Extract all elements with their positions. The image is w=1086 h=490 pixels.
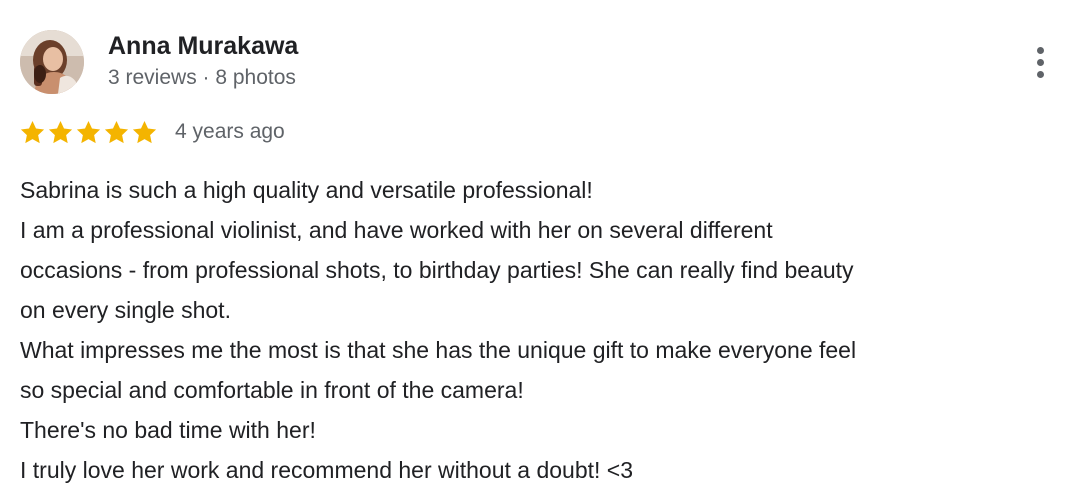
star-icon: [20, 120, 45, 143]
more-vert-icon: [1036, 46, 1044, 54]
star-icon: [76, 120, 101, 143]
avatar-photo-icon: [20, 30, 84, 94]
review-text-line: I truly love her work and recommend her …: [20, 457, 634, 483]
rating-row: 4 years ago: [19, 116, 285, 148]
author-name[interactable]: Anna Murakawa: [108, 30, 298, 62]
review-text-line: on every single shot.: [20, 297, 231, 323]
review-body: Sabrina is such a high quality and versa…: [20, 170, 1070, 490]
review-text-line: occasions - from professional shots, to …: [20, 257, 854, 283]
star-icon: [132, 120, 157, 143]
more-vert-icon-dot: [1036, 70, 1044, 78]
review-card: Anna Murakawa 3 reviews · 8 photos 4 yea…: [0, 0, 1086, 486]
review-text-line: What impresses me the most is that she h…: [20, 337, 857, 363]
author-avatar[interactable]: [20, 30, 84, 94]
author-review-count[interactable]: 3 reviews · 8 photos: [108, 64, 296, 92]
star-icon: [104, 120, 129, 143]
review-text-line: There's no bad time with her!: [20, 417, 316, 443]
star-icon: [48, 120, 73, 143]
more-options-button[interactable]: [1022, 40, 1058, 84]
review-text-line: so special and comfortable in front of t…: [20, 377, 524, 403]
review-text-line: Sabrina is such a high quality and versa…: [20, 177, 593, 203]
star-rating: [19, 119, 158, 146]
review-date: 4 years ago: [175, 120, 285, 143]
review-text-line: I am a professional violinist, and have …: [20, 217, 773, 243]
more-vert-icon-dot: [1036, 58, 1044, 66]
